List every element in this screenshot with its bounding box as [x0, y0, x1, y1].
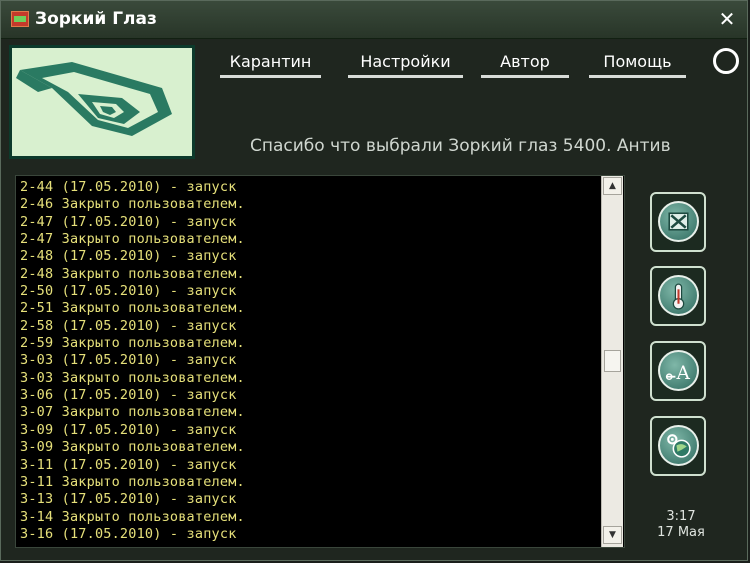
- log-line: 3-09 Закрыто пользователем.: [20, 439, 245, 456]
- news-ticker: Спасибо что выбрали Зоркий глаз 5400. Ан…: [201, 134, 747, 160]
- tool-network-settings-button[interactable]: [650, 416, 706, 476]
- log-line: 3-09 (17.05.2010) - запуск: [20, 421, 237, 438]
- log-line: 2-51 Закрыто пользователем.: [20, 300, 245, 317]
- log-line: 2-59 Закрыто пользователем.: [20, 335, 245, 352]
- close-icon: ✕: [718, 7, 736, 31]
- log-line: 2-50 (17.05.2010) - запуск: [20, 283, 237, 300]
- log-scrollbar[interactable]: ▲ ▼: [601, 176, 623, 547]
- tab-help-label: Помощь: [603, 52, 672, 71]
- app-window: Зоркий Глаз ✕ Карантин Настройки Автор П…: [0, 0, 748, 561]
- log-line: 2-44 (17.05.2010) - запуск: [20, 179, 237, 195]
- log-line: 3-13 (17.05.2010) - запуск: [20, 491, 237, 508]
- main-area: Карантин Настройки Автор Помощь Спасибо …: [1, 39, 747, 560]
- log-line: 3-16 (17.05.2010) - запуск: [20, 525, 237, 542]
- text-font-icon: A: [665, 363, 690, 384]
- scroll-thumb[interactable]: [604, 350, 621, 372]
- arrow-up-icon: ▲: [609, 181, 616, 191]
- window-title: Зоркий Глаз: [35, 9, 157, 29]
- log-line: 2-47 (17.05.2010) - запуск: [20, 213, 237, 230]
- log-lines: 2-44 (17.05.2010) - запуск 2-46 Закрыто п…: [20, 179, 600, 543]
- tool-font-button[interactable]: A: [650, 341, 706, 401]
- log-line: 3-11 (17.05.2010) - запуск: [20, 456, 237, 473]
- log-line: 3-14 Закрыто пользователем.: [20, 508, 245, 525]
- log-line: 3-07 Закрыто пользователем.: [20, 404, 245, 421]
- close-button[interactable]: ✕: [716, 8, 738, 30]
- title-bar[interactable]: Зоркий Глаз ✕: [1, 1, 747, 39]
- log-line: 3-06 (17.05.2010) - запуск: [20, 387, 237, 404]
- status-indicator-button[interactable]: [713, 48, 739, 74]
- tool-close-window-button[interactable]: [650, 192, 706, 252]
- tab-author[interactable]: Автор: [481, 48, 569, 78]
- clock: 3:17 17 Мая: [641, 509, 721, 541]
- log-line: 2-48 Закрыто пользователем.: [20, 265, 245, 282]
- event-log[interactable]: 2-44 (17.05.2010) - запуск 2-46 Закрыто п…: [15, 175, 625, 548]
- clock-date: 17 Мая: [657, 525, 705, 540]
- log-line: 3-03 (17.05.2010) - запуск: [20, 352, 237, 369]
- thermometer-icon: [672, 283, 685, 310]
- eye-logo-icon: [16, 62, 172, 136]
- close-window-icon: [668, 212, 689, 231]
- log-line: 3-11 Закрыто пользователем.: [20, 473, 245, 490]
- tool-thermometer-button[interactable]: [650, 266, 706, 326]
- tab-quarantine-label: Карантин: [229, 52, 312, 71]
- log-line: 2-47 Закрыто пользователем.: [20, 231, 245, 248]
- clock-time: 3:17: [666, 509, 696, 524]
- log-line: 3-03 Закрыто пользователем.: [20, 369, 245, 386]
- log-line: 2-46 Закрыто пользователем.: [20, 196, 245, 213]
- ticker-text: Спасибо что выбрали Зоркий глаз 5400. Ан…: [250, 136, 671, 156]
- app-icon: [11, 11, 29, 27]
- scroll-up-button[interactable]: ▲: [603, 177, 622, 195]
- tab-settings[interactable]: Настройки: [348, 48, 463, 78]
- tab-author-label: Автор: [500, 52, 550, 71]
- tab-help[interactable]: Помощь: [589, 48, 686, 78]
- log-line: 2-48 (17.05.2010) - запуск: [20, 248, 237, 265]
- svg-text:A: A: [675, 363, 690, 384]
- log-line: 2-58 (17.05.2010) - запуск: [20, 317, 237, 334]
- eye-logo: [9, 45, 195, 159]
- arrow-down-icon: ▼: [609, 530, 616, 540]
- globe-settings-icon: [667, 434, 691, 458]
- scroll-down-button[interactable]: ▼: [603, 526, 622, 544]
- tab-quarantine[interactable]: Карантин: [220, 48, 321, 78]
- tab-settings-label: Настройки: [360, 52, 451, 71]
